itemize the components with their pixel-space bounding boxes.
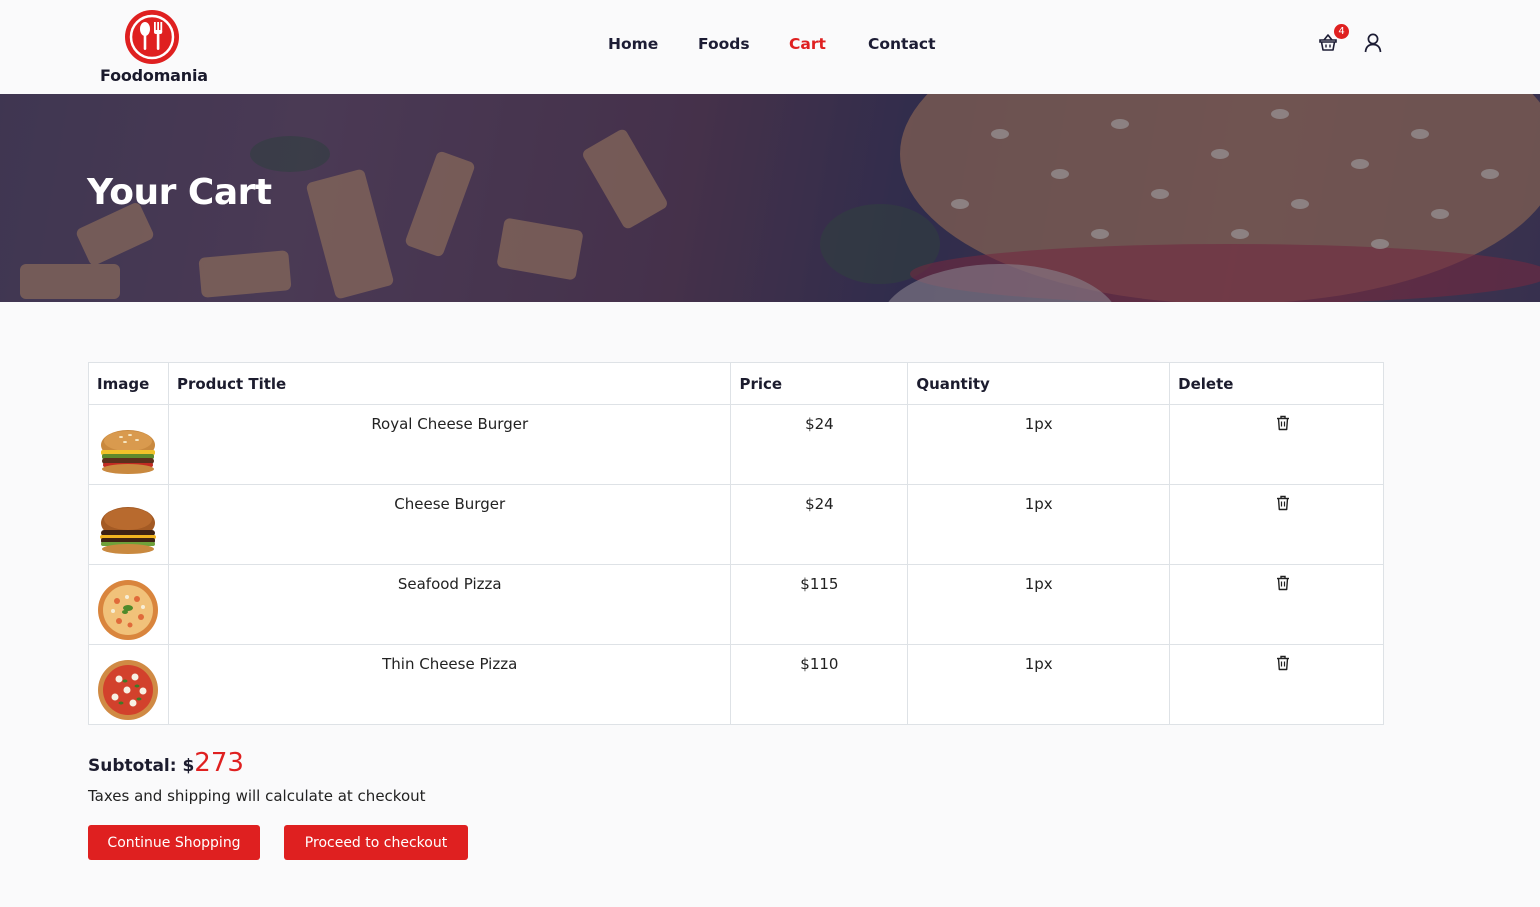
main-nav: Home Foods Cart Contact [0,35,1540,57]
product-title: Thin Cheese Pizza [167,644,732,725]
table-row: Seafood Pizza $115 1px [88,564,1384,645]
header-product-title: Product Title [167,362,732,405]
header-delete: Delete [1169,362,1384,405]
product-image-cell [88,644,169,725]
delete-cell [1169,484,1384,565]
burger-image [101,430,156,474]
product-quantity: 1px [907,644,1171,725]
header-quantity: Quantity [907,362,1171,405]
nav-foods[interactable]: Foods [698,35,750,53]
user-icon[interactable] [1363,32,1383,54]
table-row: Cheese Burger $24 1px [88,484,1384,565]
delete-cell [1169,404,1384,485]
delete-cell [1169,644,1384,725]
product-price: $110 [730,644,909,725]
product-image-cell [88,564,169,645]
page-title: Your Cart [87,172,272,213]
trash-icon[interactable] [1276,495,1290,511]
product-title: Seafood Pizza [167,564,732,645]
product-title: Royal Cheese Burger [167,404,732,485]
continue-shopping-button[interactable]: Continue Shopping [88,825,260,860]
product-price: $115 [730,564,909,645]
subtotal-label: Subtotal: $ [88,756,195,776]
subtotal: Subtotal: $273 [88,748,244,778]
table-row: Thin Cheese Pizza $110 1px [88,644,1384,725]
product-title: Cheese Burger [167,484,732,565]
proceed-to-checkout-button[interactable]: Proceed to checkout [284,825,468,860]
product-image-cell [88,484,169,565]
table-header-row: Image Product Title Price Quantity Delet… [88,362,1384,405]
trash-icon[interactable] [1276,655,1290,671]
header-price: Price [730,362,909,405]
cart-table: Image Product Title Price Quantity Delet… [88,362,1384,725]
subtotal-amount: 273 [194,748,244,778]
brand-name: Foodomania [100,66,208,85]
trash-icon[interactable] [1276,575,1290,591]
product-quantity: 1px [907,404,1171,485]
trash-icon[interactable] [1276,415,1290,431]
product-price: $24 [730,404,909,485]
nav-cart[interactable]: Cart [789,35,826,53]
burger-image [100,507,157,554]
delete-cell [1169,564,1384,645]
product-price: $24 [730,484,909,565]
product-quantity: 1px [907,564,1171,645]
pizza-image [98,580,159,640]
table-row: Royal Cheese Burger $24 1px [88,404,1384,485]
nav-contact[interactable]: Contact [868,35,936,53]
hero-banner: Your Cart [0,94,1540,302]
pizza-image [98,660,159,720]
product-quantity: 1px [907,484,1171,565]
product-image-cell [88,404,169,485]
nav-home[interactable]: Home [608,35,658,53]
site-header: Foodomania Home Foods Cart Contact 4 [0,0,1540,94]
cart-count-badge: 4 [1334,24,1349,39]
tax-note: Taxes and shipping will calculate at che… [88,787,426,805]
header-image: Image [88,362,169,405]
